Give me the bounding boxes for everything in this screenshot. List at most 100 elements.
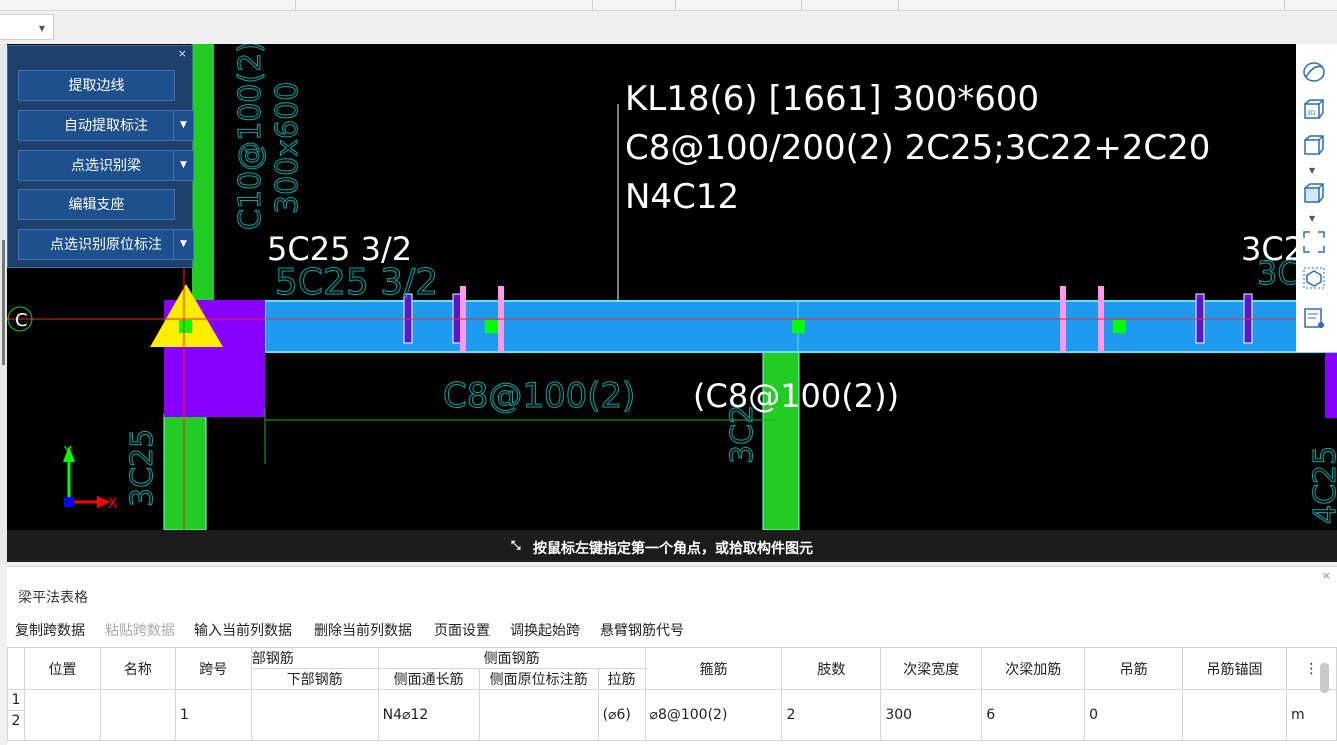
svg-text:3D: 3D [1307,110,1316,117]
page-setup-button[interactable]: 页面设置 [434,620,490,640]
cell-legs[interactable]: 2 [781,689,882,741]
column-header-hanger-anchor[interactable]: 吊筋锚固 [1182,647,1287,690]
drawing-svg: KL18(6) [1661] 300*600 C8@100/200(2) 2C2… [7,44,1337,530]
cell-secondary-beam-rebar[interactable]: 6 [981,689,1086,741]
pick-recognize-in-situ-button[interactable]: 点选识别原位标注 ▼ [18,229,194,260]
toolbar-separator [295,0,296,10]
cell-span[interactable]: 1 [174,689,252,741]
group-header-bottom-rebar: 部钢筋 [250,647,379,669]
column-top-left [192,44,214,300]
column-header-name[interactable]: 名称 [99,647,176,690]
extract-edge-button[interactable]: 提取边线 [18,70,175,101]
fullscreen-icon[interactable] [1301,230,1327,256]
command-status-bar: ⤡ 按鼠标左键指定第一个角点，或拾取构件图元 [7,530,1337,562]
copy-span-data-button[interactable]: 复制跨数据 [15,620,85,640]
toolbar-separator [898,0,899,10]
gizmo-y-label: Y [63,445,72,460]
column-header-position[interactable]: 位置 [23,647,101,690]
column-header-secondary-beam-width[interactable]: 次梁宽度 [880,647,983,690]
extract-edge-label: 提取边线 [68,78,125,94]
bottom-mid-cad-text: 3C2 [725,405,760,464]
row-number-cell: 1 2 [7,689,25,741]
column-stirrup-cad-text: C10@100(2) [233,44,268,230]
beam-label-line3: N4C12 [625,177,739,217]
column-header-side-in-situ[interactable]: 侧面原位标注筋 [478,668,599,690]
stirrup-cad-text: C8@100(2) [443,376,635,416]
close-icon[interactable]: × [178,47,187,60]
row-number: 1 [11,692,21,708]
toolbar-separator [675,0,676,10]
chevron-down-icon[interactable]: ▼ [1309,214,1315,223]
table-scrollbar[interactable] [1320,663,1329,693]
axis-label-c: C [15,310,28,331]
pick-recognize-beam-button[interactable]: 点选识别梁 ▼ [18,150,194,181]
recognition-tool-panel: × 提取边线 自动提取标注 ▼ 点选识别梁 ▼ 编辑支座 点选识别原位标注 ▼ [7,45,194,268]
column-header-bottom-rebar[interactable]: 下部钢筋 [250,668,379,690]
panel-title: 梁平法表格 [18,590,88,606]
toolbar-separator [1284,0,1285,10]
grip-point [485,320,498,333]
chevron-down-icon[interactable]: ▼ [173,230,193,259]
cell-secondary-beam-width[interactable]: 300 [880,689,983,741]
beam-label-line2: C8@100/200(2) 2C25;3C22+2C20 [625,128,1210,168]
chevron-down-icon[interactable]: ▼ [1309,166,1315,175]
cell-name[interactable] [99,689,176,741]
close-icon[interactable]: × [1322,569,1331,582]
section-box-icon[interactable] [1301,266,1327,292]
3d-view-icon[interactable]: 3D [1301,98,1327,124]
cell-position[interactable] [23,689,101,741]
cell-clipped[interactable]: m [1285,689,1337,741]
cell-bottom-rebar[interactable] [250,689,379,741]
cell-hanger[interactable]: 0 [1084,689,1184,741]
column-header-side-continuous[interactable]: 侧面通长筋 [377,668,480,690]
table-row[interactable]: 1 2 1 N4⌀12 (⌀6) ⌀8@100(2) 2 300 6 0 m [7,689,1337,741]
properties-view-icon[interactable] [1301,306,1327,332]
orbit-icon[interactable] [1301,60,1327,86]
stirrup-label: (C8@100(2)) [693,377,899,415]
swap-start-span-button[interactable]: 调换起始跨 [510,620,580,640]
chevron-down-icon[interactable]: ▼ [173,111,193,140]
column-header-secondary-beam-rebar[interactable]: 次梁加筋 [981,647,1086,690]
chevron-down-icon: ▼ [38,24,45,33]
cube-view-icon[interactable] [1301,134,1327,160]
row-number: 2 [8,710,24,731]
group-header-side-rebar: 侧面钢筋 [377,647,646,669]
bottom-right-cad-text: 4C25 [1308,446,1337,524]
cursor-icon: ⤡ [511,538,521,552]
edit-support-button[interactable]: 编辑支座 [18,189,175,220]
chevron-down-icon[interactable]: ▼ [173,151,193,180]
cad-drawing-canvas[interactable]: KL18(6) [1661] 300*600 C8@100/200(2) 2C2… [7,44,1337,562]
pick-beam-label: 点选识别梁 [71,158,141,174]
cell-tie[interactable]: (⌀6) [597,689,646,741]
row-header-corner [7,647,25,690]
auto-extract-label: 自动提取标注 [64,118,148,134]
beam-label-line1: KL18(6) [1661] 300*600 [625,79,1039,119]
solid-cube-icon[interactable] [1301,182,1327,208]
top-toolbar-strip [0,0,1337,11]
auto-extract-annotation-button[interactable]: 自动提取标注 ▼ [18,110,194,141]
column-size-cad-text: 300x600 [270,82,305,214]
paste-span-data-button[interactable]: 粘贴跨数据 [105,620,175,640]
delete-column-data-button[interactable]: 删除当前列数据 [314,620,412,640]
column-header-legs[interactable]: 肢数 [781,647,882,690]
floor-select-dropdown[interactable]: ▼ [0,14,54,40]
cell-side-in-situ[interactable] [478,689,599,741]
bottom-left-cad-text: 3C25 [125,429,160,507]
column-header-stirrup[interactable]: 箍筋 [644,647,783,690]
cell-stirrup[interactable]: ⌀8@100(2) [644,689,783,741]
input-column-data-button[interactable]: 输入当前列数据 [194,620,292,640]
cell-side-continuous[interactable]: N4⌀12 [377,689,480,741]
column-header-span[interactable]: 跨号 [174,647,252,690]
cell-hanger-anchor[interactable] [1182,689,1287,741]
cantilever-rebar-code-button[interactable]: 悬臂钢筋代号 [600,620,684,640]
beam-rebar-table: 位置 名称 跨号 部钢筋 侧面钢筋 箍筋 肢数 次梁宽度 次梁加筋 吊筋 吊筋锚… [7,647,1337,741]
pick-in-situ-label: 点选识别原位标注 [50,237,162,253]
left-collapse-strip[interactable] [0,44,7,564]
column-header-hanger[interactable]: 吊筋 [1084,647,1184,690]
top-rebar-cad-text: 5C25 3/2 [275,262,438,303]
grip-point [179,320,192,333]
column-header-tie[interactable]: 拉筋 [597,668,646,690]
column-bottom-left [163,413,207,530]
collapse-handle[interactable] [2,240,5,365]
view-toolbar: 3D ▼ ▼ [1296,44,1337,352]
